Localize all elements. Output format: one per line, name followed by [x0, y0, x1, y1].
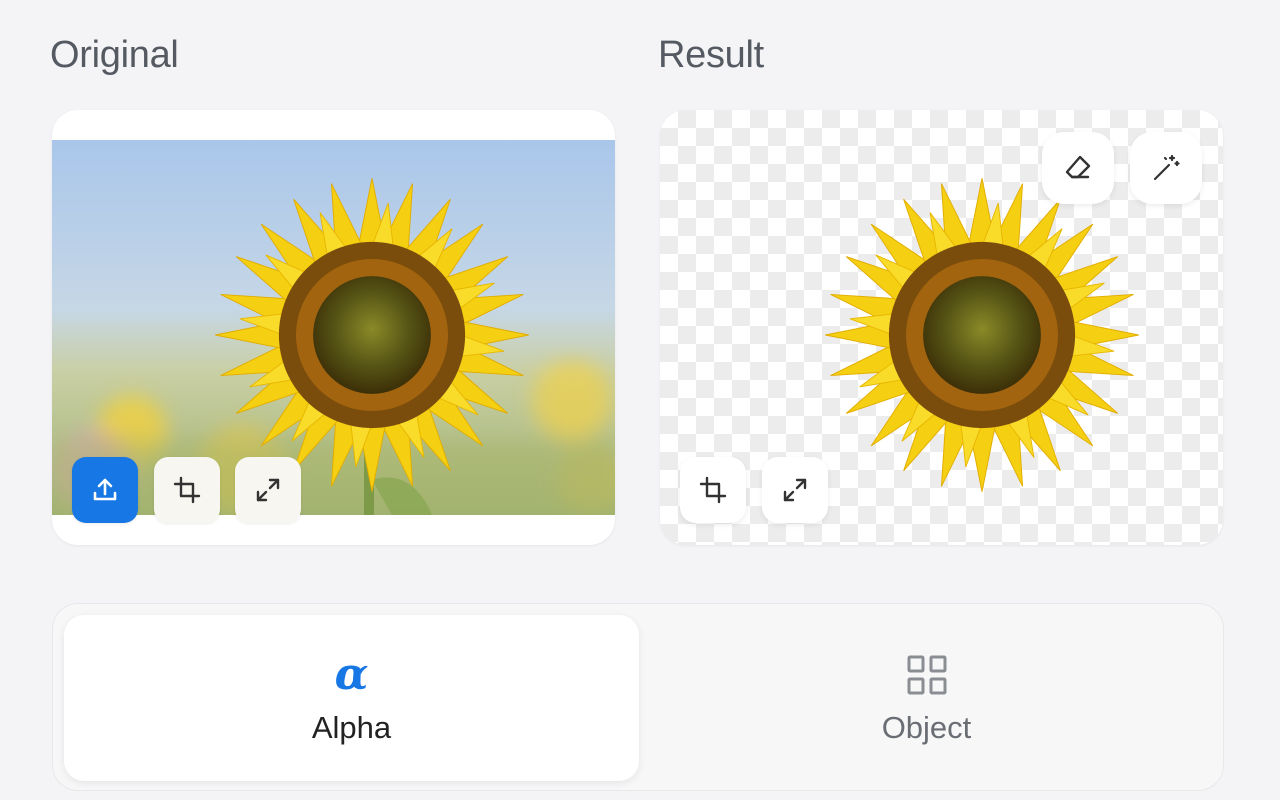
- mode-label: Alpha: [311, 710, 392, 745]
- original-label: Original: [50, 34, 179, 76]
- grid-icon: [905, 650, 949, 700]
- result-image-card: [660, 110, 1223, 545]
- result-label: Result: [658, 34, 764, 76]
- mode-label: Object: [881, 710, 972, 745]
- crop-button[interactable]: [154, 457, 220, 523]
- crop-icon: [699, 476, 727, 504]
- result-crop-button[interactable]: [680, 457, 746, 523]
- mode-tab-object[interactable]: Object: [639, 615, 1214, 781]
- mode-selector: α Alpha Object: [52, 603, 1224, 791]
- crop-icon: [173, 476, 201, 504]
- upload-button[interactable]: [72, 457, 138, 523]
- result-expand-button[interactable]: [762, 457, 828, 523]
- eraser-button[interactable]: [1042, 132, 1114, 204]
- expand-button[interactable]: [235, 457, 301, 523]
- eraser-icon: [1065, 155, 1091, 179]
- original-image-card: [52, 110, 615, 545]
- expand-icon: [256, 478, 280, 502]
- magic-wand-icon: [1153, 154, 1180, 181]
- magic-wand-button[interactable]: [1130, 132, 1202, 204]
- expand-icon: [783, 478, 807, 502]
- mode-tab-alpha[interactable]: α Alpha: [64, 615, 639, 781]
- original-photo: [52, 140, 615, 515]
- alpha-icon: α: [334, 649, 369, 700]
- upload-icon: [93, 478, 117, 501]
